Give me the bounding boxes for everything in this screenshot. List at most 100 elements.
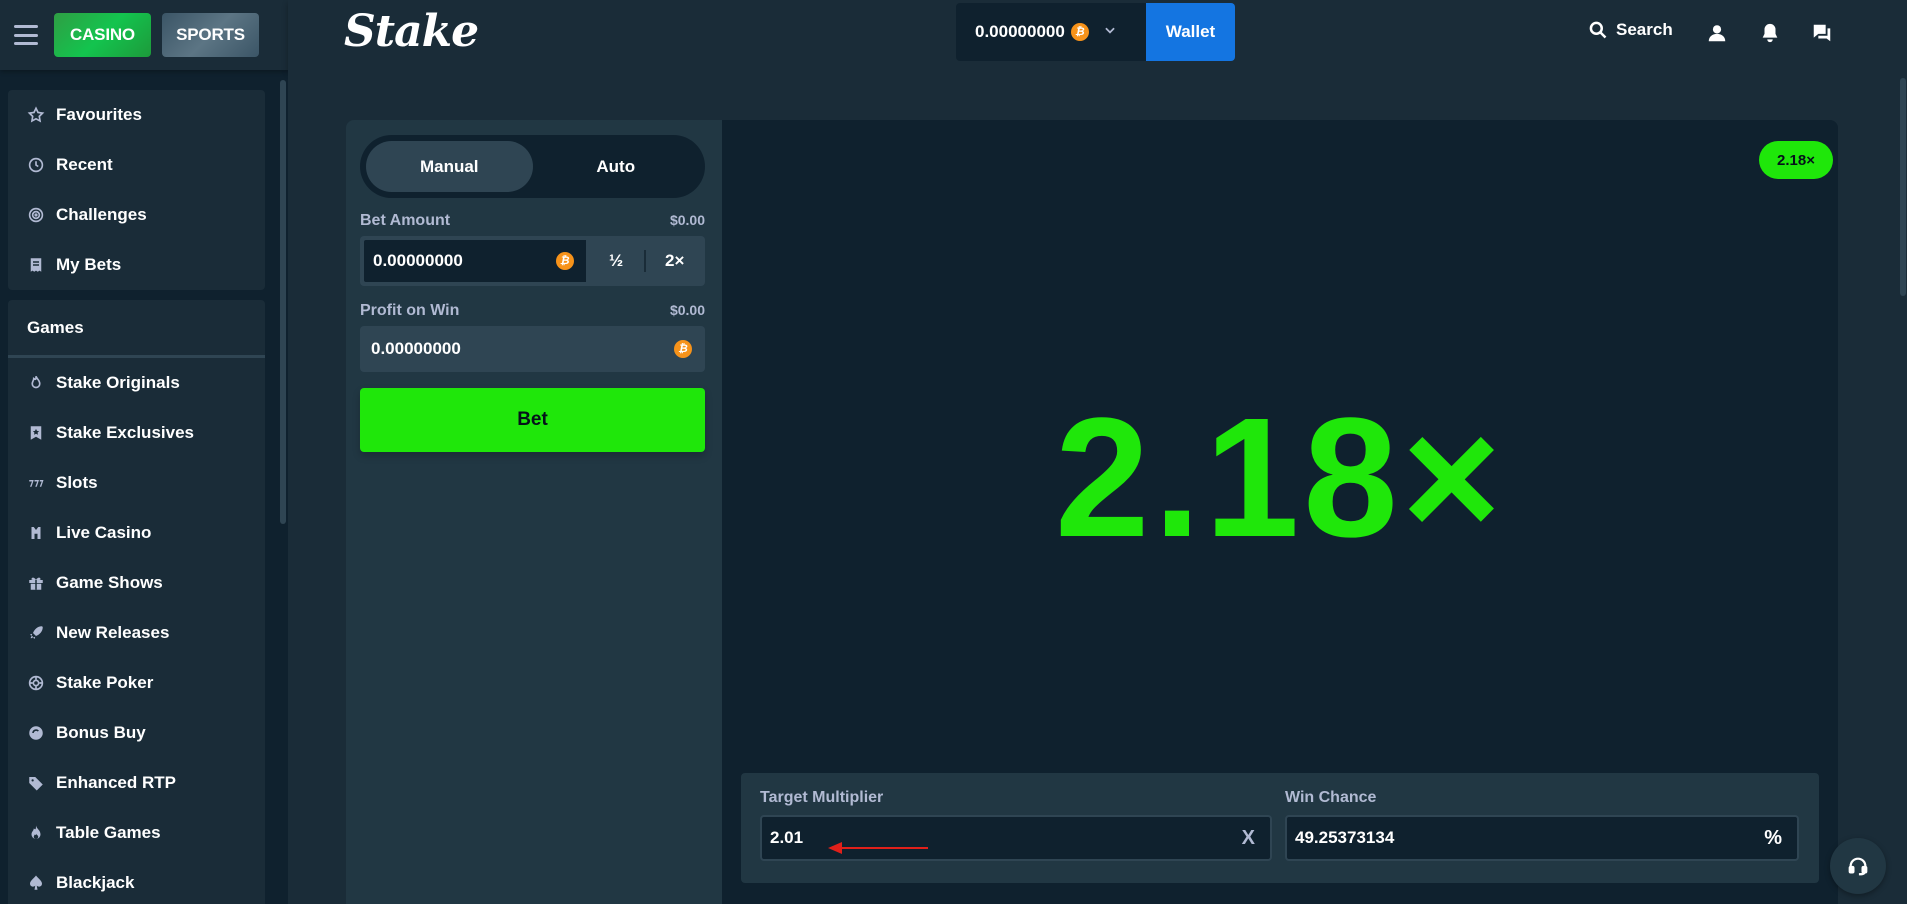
multiplier-x-icon: X [1241,826,1255,849]
games-heading[interactable]: Games [8,300,265,358]
bookmark-star-icon [27,424,45,442]
menu-icon[interactable] [14,25,38,45]
sidebar-item-label: Enhanced RTP [56,773,176,792]
profit-value: 0.00000000 [371,339,461,358]
sidebar-item-new-releases[interactable]: New Releases [8,608,265,658]
win-chance-label: Win Chance [1285,789,1377,806]
sidebar-item-label: Recent [56,155,113,174]
bet-button[interactable]: Bet [360,388,705,452]
sidebar-item-label: Favourites [56,105,142,124]
sidebar-item-label: Bonus Buy [56,723,146,742]
sidebar-top: CASINO SPORTS [0,0,288,70]
casino-label: CASINO [70,25,135,44]
tab-manual[interactable]: Manual [366,141,533,192]
sidebar-item-stake-exclusives[interactable]: Stake Exclusives [8,408,265,458]
bet-amount-input[interactable]: 0.00000000 ₿ [362,238,588,284]
search-label: Search [1616,20,1673,39]
headset-icon [1848,857,1868,876]
balance-value: 0.00000000 [975,22,1065,41]
sidebar-item-blackjack[interactable]: Blackjack [8,858,265,904]
sidebar-top-group: Favourites Recent Challenges My Bets [8,90,265,290]
chat-icon[interactable] [1811,22,1833,44]
profit-usd: $0.00 [669,302,705,318]
support-button[interactable] [1830,838,1886,894]
limbo-game: Manual Auto Bet Amount $0.00 0.00000000 … [346,120,1838,904]
sports-toggle-button[interactable]: SPORTS [162,13,259,57]
profit-on-win-field: 0.00000000 ₿ [360,326,705,372]
game-settings-panel: Target Multiplier 2.01 X Win Chance 49.2… [741,773,1819,883]
last-result-badge[interactable]: 2.18× [1759,141,1833,179]
bonus-icon [27,724,45,742]
profit-label: Profit on Win [360,302,460,319]
sidebar-item-label: Blackjack [56,873,135,892]
user-icon[interactable] [1706,22,1728,44]
sidebar-item-live-casino[interactable]: Live Casino [8,508,265,558]
sidebar-item-favourites[interactable]: Favourites [8,90,265,140]
bell-icon[interactable] [1759,22,1781,44]
sidebar-item-label: Live Casino [56,523,152,542]
sports-label: SPORTS [176,25,245,44]
target-icon [27,206,45,224]
bet-amount-label-row: Bet Amount $0.00 [360,212,705,230]
sidebar-item-table-games[interactable]: Table Games [8,808,265,858]
half-bet-button[interactable]: ½ [588,238,645,284]
double-bet-button[interactable]: 2× [646,238,703,284]
sidebar-item-label: Stake Poker [56,673,154,692]
wallet-button[interactable]: Wallet [1146,3,1235,61]
bet-amount-value: 0.00000000 [373,251,463,270]
sidebar-item-recent[interactable]: Recent [8,140,265,190]
bet-controls-panel: Manual Auto Bet Amount $0.00 0.00000000 … [346,120,722,904]
bitcoin-icon: ₿ [555,252,574,270]
spade-icon [27,874,45,892]
stake-logo[interactable]: Stake [344,6,479,57]
sidebar-item-label: New Releases [56,623,170,642]
sidebar-item-enhanced-rtp[interactable]: Enhanced RTP [8,758,265,808]
sidebar-item-stake-originals[interactable]: Stake Originals [8,358,265,408]
target-multiplier-value-wrap: 2.01 [770,828,928,854]
bet-amount-usd: $0.00 [669,212,705,228]
game-board: 2.18× 2.18× Target Multiplier 2.01 X Win… [722,120,1838,904]
clock-icon [27,156,45,174]
sidebar-item-label: Stake Exclusives [56,423,194,442]
profit-label-row: Profit on Win $0.00 [360,302,705,320]
sidebar-item-stake-poker[interactable]: Stake Poker [8,658,265,708]
flame-icon [27,824,45,842]
main-scrollbar[interactable] [1900,78,1906,296]
bitcoin-icon: ₿ [674,340,692,358]
casino-toggle-button[interactable]: CASINO [54,13,151,57]
target-multiplier-input[interactable]: 2.01 X [760,815,1272,861]
sidebar-item-slots[interactable]: Slots [8,458,265,508]
bitcoin-icon: ₿ [1070,23,1089,41]
bet-amount-row: 0.00000000 ₿ ½ 2× [360,236,705,286]
poker-chip-icon [27,674,45,692]
sidebar-item-label: Challenges [56,205,147,224]
sidebar-item-label: My Bets [56,255,122,274]
sidebar-item-my-bets[interactable]: My Bets [8,240,265,290]
gift-icon [27,574,45,592]
tab-auto[interactable]: Auto [533,141,700,192]
slots-icon [27,474,45,492]
search-button[interactable]: Search [1588,20,1673,40]
sidebar-item-label: Slots [56,473,98,492]
win-chance-input[interactable]: 49.25373134 % [1285,815,1799,861]
main-content: Manual Auto Bet Amount $0.00 0.00000000 … [288,70,1907,904]
sidebar-item-challenges[interactable]: Challenges [8,190,265,240]
mode-switch: Manual Auto [360,135,705,198]
balance-selector[interactable]: 0.00000000 ₿ [956,3,1146,61]
sidebar-scrollbar[interactable] [280,80,286,524]
sidebar-item-label: Stake Originals [56,373,180,392]
chevron-down-icon [1103,22,1117,42]
sidebar-item-label: Table Games [56,823,161,842]
sidebar-item-label: Game Shows [56,573,163,592]
annotation-arrow-icon [828,842,928,854]
target-multiplier-value: 2.01 [770,828,804,847]
percent-icon: % [1764,826,1782,849]
tag-icon [27,774,45,792]
result-multiplier: 2.18× [1054,383,1506,573]
sidebar-item-bonus-buy[interactable]: Bonus Buy [8,708,265,758]
sidebar-games-group: Games Stake Originals Stake Exclusives S… [8,300,265,904]
star-icon [27,106,45,124]
search-icon [1589,21,1607,39]
receipt-icon [27,256,45,274]
sidebar-item-game-shows[interactable]: Game Shows [8,558,265,608]
